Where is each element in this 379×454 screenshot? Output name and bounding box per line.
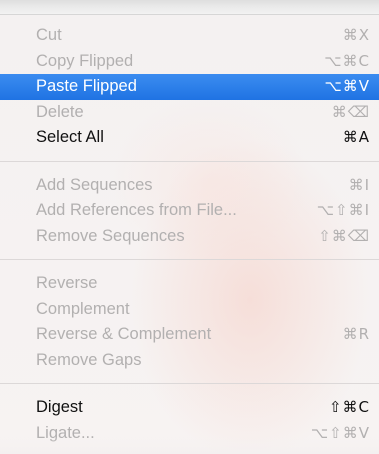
menu-item-add-sequences[interactable]: Add Sequences ⌘I xyxy=(0,173,379,199)
menu-item-add-references-from-file[interactable]: Add References from File... ⌥⇧⌘I xyxy=(0,198,379,224)
menu-separator xyxy=(0,160,379,162)
menu-item-shortcut: ⌘⌫ xyxy=(331,102,370,121)
menu-item-shortcut: ⌘X xyxy=(342,26,370,44)
menu-item-shortcut: ⌥⇧⌘I xyxy=(316,201,370,219)
menu-item-shortcut: ⌘A xyxy=(342,128,370,146)
menu-item-shortcut: ⌥⌘C xyxy=(324,51,370,70)
menu-item-label: Reverse xyxy=(36,274,98,292)
edit-menu-screenshot: Cut ⌘X Copy Flipped ⌥⌘C Paste Flipped ⌥⌘… xyxy=(0,0,379,454)
menu-item-remove-gaps[interactable]: Remove Gaps xyxy=(0,348,379,374)
menu-item-label: Copy Flipped xyxy=(36,51,134,70)
menu-item-copy-flipped[interactable]: Copy Flipped ⌥⌘C xyxy=(0,49,379,75)
context-menu: Cut ⌘X Copy Flipped ⌥⌘C Paste Flipped ⌥⌘… xyxy=(0,23,379,454)
menu-item-label: Cut xyxy=(36,26,62,44)
menu-item-reverse[interactable]: Reverse xyxy=(0,271,379,297)
menu-item-label: Remove Sequences xyxy=(36,226,185,245)
menu-separator xyxy=(0,259,379,260)
menu-item-shortcut: ⇧⌘C xyxy=(328,398,370,416)
menu-item-label: Select All xyxy=(36,128,104,146)
menu-bar-edge xyxy=(0,0,379,15)
menu-item-label: Reverse & Complement xyxy=(36,325,212,343)
menu-item-shortcut: ⌘R xyxy=(342,325,370,343)
menu-item-shortcut: ⌘I xyxy=(348,175,370,194)
menu-item-shortcut: ⌥⌘V xyxy=(324,77,370,95)
menu-item-label: Delete xyxy=(36,102,84,121)
menu-bottom-edge xyxy=(0,437,379,454)
menu-item-label: Paste Flipped xyxy=(36,77,137,95)
menu-item-complement[interactable]: Complement xyxy=(0,297,379,323)
menu-item-delete[interactable]: Delete ⌘⌫ xyxy=(0,100,379,126)
menu-item-cut[interactable]: Cut ⌘X xyxy=(0,23,379,49)
menu-item-label: Complement xyxy=(36,299,130,318)
menu-item-select-all[interactable]: Select All ⌘A xyxy=(0,125,379,151)
menu-item-paste-flipped[interactable]: Paste Flipped ⌥⌘V xyxy=(0,74,379,100)
menu-item-shortcut: ⇧⌘⌫ xyxy=(318,226,370,245)
menu-item-reverse-complement[interactable]: Reverse & Complement ⌘R xyxy=(0,322,379,348)
menu-item-label: Add Sequences xyxy=(36,175,153,194)
menu-item-label: Remove Gaps xyxy=(36,350,142,369)
menu-item-digest[interactable]: Digest ⇧⌘C xyxy=(0,395,379,421)
menu-separator xyxy=(0,383,379,384)
menu-item-label: Digest xyxy=(36,398,83,416)
menu-item-remove-sequences[interactable]: Remove Sequences ⇧⌘⌫ xyxy=(0,224,379,250)
menu-item-label: Add References from File... xyxy=(36,201,237,219)
